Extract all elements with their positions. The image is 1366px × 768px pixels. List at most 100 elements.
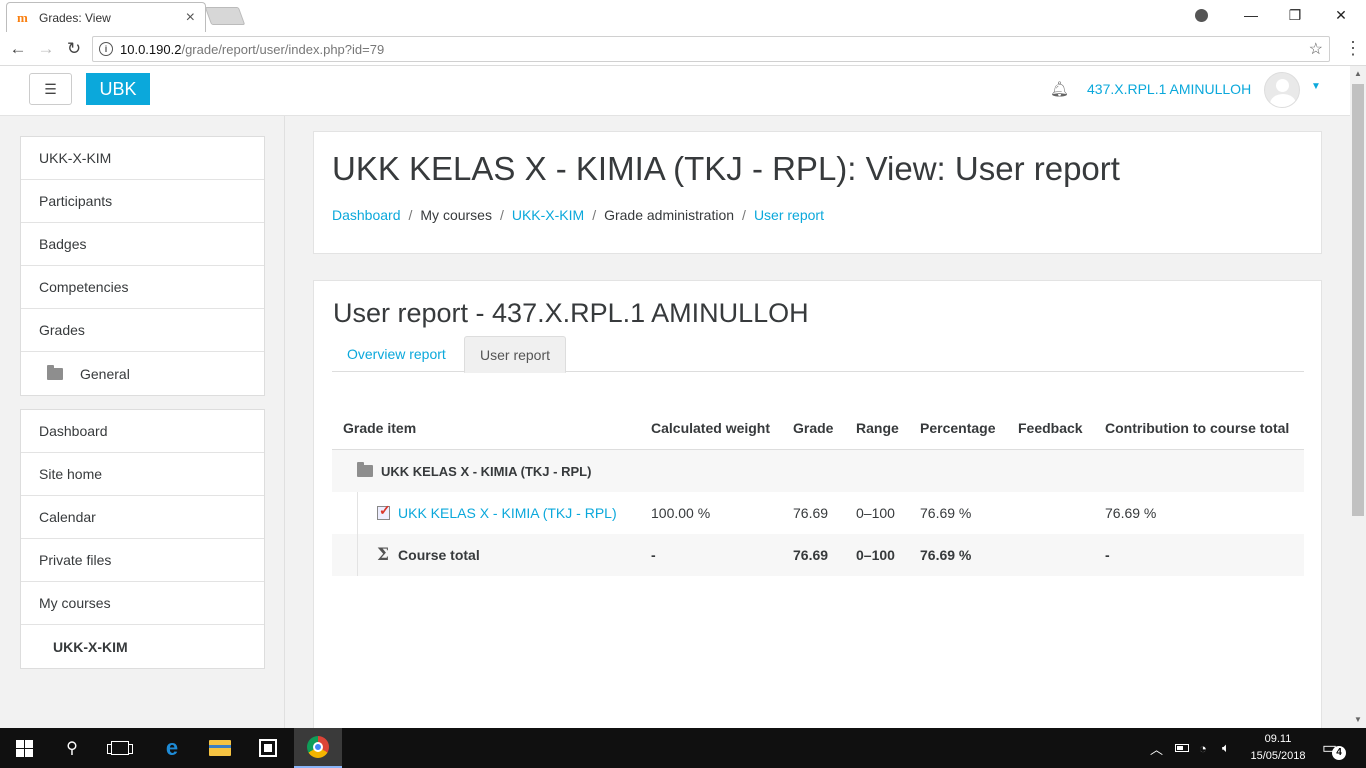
breadcrumb-dashboard[interactable]: Dashboard: [332, 207, 401, 223]
column-header-weight: Calculated weight: [651, 420, 771, 436]
column-header-feedback: Feedback: [1018, 420, 1083, 436]
avatar[interactable]: [1264, 72, 1300, 108]
sidebar-item-private-files[interactable]: Private files: [21, 539, 264, 582]
url-path: /grade/report/user/index.php?id=79: [181, 41, 385, 57]
breadcrumb-separator: /: [742, 207, 746, 223]
grade-cell: 76.69: [793, 547, 829, 563]
address-bar[interactable]: i 10.0.190.2/grade/report/user/index.php…: [92, 36, 1330, 62]
scroll-down-icon[interactable]: ▼: [1350, 712, 1366, 728]
chrome-browser-icon[interactable]: [294, 728, 342, 768]
sidebar-item-current-course[interactable]: UKK-X-KIM: [21, 625, 264, 668]
site-nav-block: Dashboard Site home Calendar Private fil…: [20, 409, 265, 669]
course-total-cell: Σ Course total: [332, 534, 480, 576]
back-arrow-icon[interactable]: ←: [6, 37, 30, 61]
search-icon[interactable]: ⚲: [48, 728, 96, 768]
contribution-cell: 76.69 %: [1105, 505, 1157, 521]
new-tab-button[interactable]: [204, 7, 246, 25]
moodle-favicon-icon: m: [17, 9, 28, 25]
sidebar-item-badges[interactable]: Badges: [21, 223, 264, 266]
sidebar-item-general[interactable]: General: [21, 352, 264, 395]
sidebar-item-course[interactable]: UKK-X-KIM: [21, 137, 264, 180]
contribution-cell: -: [1105, 547, 1110, 563]
clock-date: 15/05/2018: [1250, 750, 1306, 762]
site-brand[interactable]: UBK: [86, 73, 150, 105]
category-name: UKK KELAS X - KIMIA (TKJ - RPL): [381, 463, 592, 479]
sidebar-item-calendar[interactable]: Calendar: [21, 496, 264, 539]
table-row-course-total: Σ Course total - 76.69 0–100 76.69 % -: [332, 534, 1304, 576]
breadcrumb-course[interactable]: UKK-X-KIM: [512, 207, 584, 223]
percentage-cell: 76.69 %: [920, 547, 972, 563]
tab-user-report[interactable]: User report: [464, 336, 567, 373]
sidebar-item-participants[interactable]: Participants: [21, 180, 264, 223]
grade-table: Grade item Calculated weight Grade Range…: [332, 407, 1304, 576]
weight-cell: -: [651, 547, 656, 563]
sidebar-item-my-courses[interactable]: My courses: [21, 582, 264, 625]
page-header: UKK KELAS X - KIMIA (TKJ - RPL): View: U…: [313, 131, 1322, 254]
report-tabs: Overview report User report: [332, 336, 1304, 373]
column-header-grade-item: Grade item: [343, 420, 417, 436]
breadcrumb-separator: /: [499, 207, 504, 223]
reload-icon[interactable]: ↻: [62, 37, 86, 61]
browser-tab[interactable]: m Grades: View ×: [6, 2, 206, 32]
url-host: 10.0.190.2: [120, 41, 182, 57]
sigma-icon: Σ: [377, 545, 390, 565]
course-nav-block: UKK-X-KIM Participants Badges Competenci…: [20, 136, 265, 396]
info-icon[interactable]: i: [99, 42, 113, 56]
volume-icon[interactable]: 🔈︎: [1222, 728, 1230, 768]
close-window-button[interactable]: ✕: [1318, 4, 1364, 26]
action-center-icon[interactable]: ▭ 4: [1322, 738, 1346, 760]
notification-count-badge: 4: [1332, 746, 1346, 760]
breadcrumb-separator: /: [592, 207, 597, 223]
browser-menu-icon[interactable]: ⋮: [1344, 38, 1362, 60]
bookmark-star-icon[interactable]: ☆: [1309, 39, 1323, 59]
store-icon[interactable]: [244, 728, 292, 768]
column-header-percentage: Percentage: [920, 420, 996, 436]
task-view-icon[interactable]: [96, 728, 144, 768]
grade-item-cell: UKK KELAS X - KIMIA (TKJ - RPL): [332, 492, 617, 534]
site-navbar: ☰ UBK 🔔︎ 437.X.RPL.1 AMINULLOH ▼: [0, 66, 1350, 116]
range-cell: 0–100: [856, 547, 895, 563]
wifi-icon[interactable]: ◔: [1199, 728, 1207, 768]
minimize-button[interactable]: —: [1228, 4, 1274, 26]
category-cell: UKK KELAS X - KIMIA (TKJ - RPL): [343, 450, 591, 492]
maximize-button[interactable]: ❐: [1272, 4, 1318, 26]
browser-toolbar: ← → ↻ i 10.0.190.2/grade/report/user/ind…: [0, 32, 1366, 66]
user-menu-name[interactable]: 437.X.RPL.1 AMINULLOH: [1087, 81, 1251, 97]
sidebar-item-competencies[interactable]: Competencies: [21, 266, 264, 309]
grade-cell: 76.69: [793, 505, 829, 521]
column-header-contribution: Contribution to course total: [1105, 420, 1290, 436]
folder-icon: [357, 462, 373, 477]
system-clock[interactable]: 09.11 15/05/2018: [1243, 731, 1313, 765]
table-row: UKK KELAS X - KIMIA (TKJ - RPL) 100.00 %…: [332, 492, 1304, 534]
show-hidden-icons-chevron-icon[interactable]: ︿: [1150, 728, 1163, 768]
table-header-row: Grade item Calculated weight Grade Range…: [332, 407, 1304, 450]
column-header-range: Range: [856, 420, 899, 436]
sidebar-item-grades[interactable]: Grades: [21, 309, 264, 352]
forward-arrow-icon[interactable]: →: [34, 37, 58, 61]
column-header-grade: Grade: [793, 420, 834, 436]
page-scrollbar[interactable]: ▲ ▼: [1350, 66, 1366, 728]
browser-tabstrip: m Grades: View × — ❐ ✕: [0, 0, 1366, 32]
course-total-label: Course total: [398, 547, 480, 563]
profile-icon[interactable]: [1178, 4, 1224, 26]
battery-icon[interactable]: [1175, 728, 1189, 768]
folder-icon: [47, 364, 63, 380]
sidebar-item-dashboard[interactable]: Dashboard: [21, 410, 264, 453]
caret-down-icon[interactable]: ▼: [1311, 81, 1321, 92]
edge-browser-icon[interactable]: e: [148, 728, 196, 768]
scrollbar-thumb[interactable]: [1352, 84, 1364, 516]
drawer-toggle-button[interactable]: ☰: [29, 73, 72, 105]
breadcrumb: Dashboard / My courses / UKK-X-KIM / Gra…: [332, 207, 824, 223]
breadcrumb-user-report[interactable]: User report: [754, 207, 824, 223]
grade-item-link[interactable]: UKK KELAS X - KIMIA (TKJ - RPL): [398, 505, 617, 521]
notification-bell-icon[interactable]: 🔔︎: [1050, 80, 1069, 98]
tab-close-icon[interactable]: ×: [186, 9, 195, 25]
scroll-up-icon[interactable]: ▲: [1350, 66, 1366, 82]
tab-overview-report[interactable]: Overview report: [332, 336, 461, 372]
windows-start-icon[interactable]: [0, 728, 48, 768]
breadcrumb-my-courses: My courses: [420, 207, 492, 223]
weight-cell: 100.00 %: [651, 505, 711, 521]
sidebar-item-site-home[interactable]: Site home: [21, 453, 264, 496]
sidebar-item-label: General: [80, 365, 130, 382]
file-explorer-icon[interactable]: [196, 728, 244, 768]
